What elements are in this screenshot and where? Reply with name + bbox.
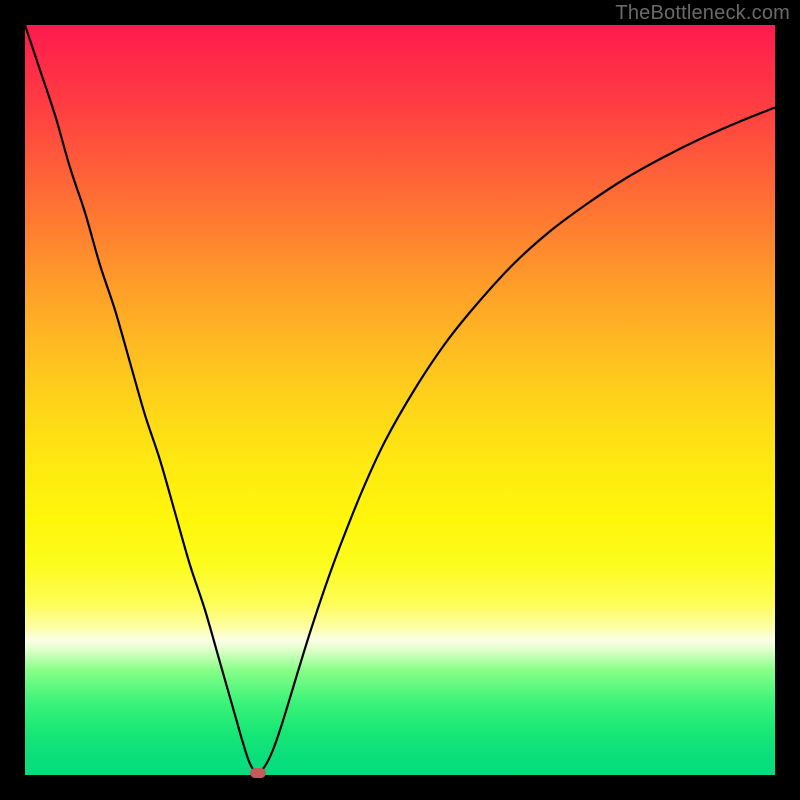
watermark-text: TheBottleneck.com <box>615 2 790 25</box>
chart-frame: TheBottleneck.com <box>0 0 800 800</box>
bottleneck-curve <box>25 25 775 775</box>
plot-area <box>25 25 775 775</box>
minimum-marker <box>250 768 266 778</box>
